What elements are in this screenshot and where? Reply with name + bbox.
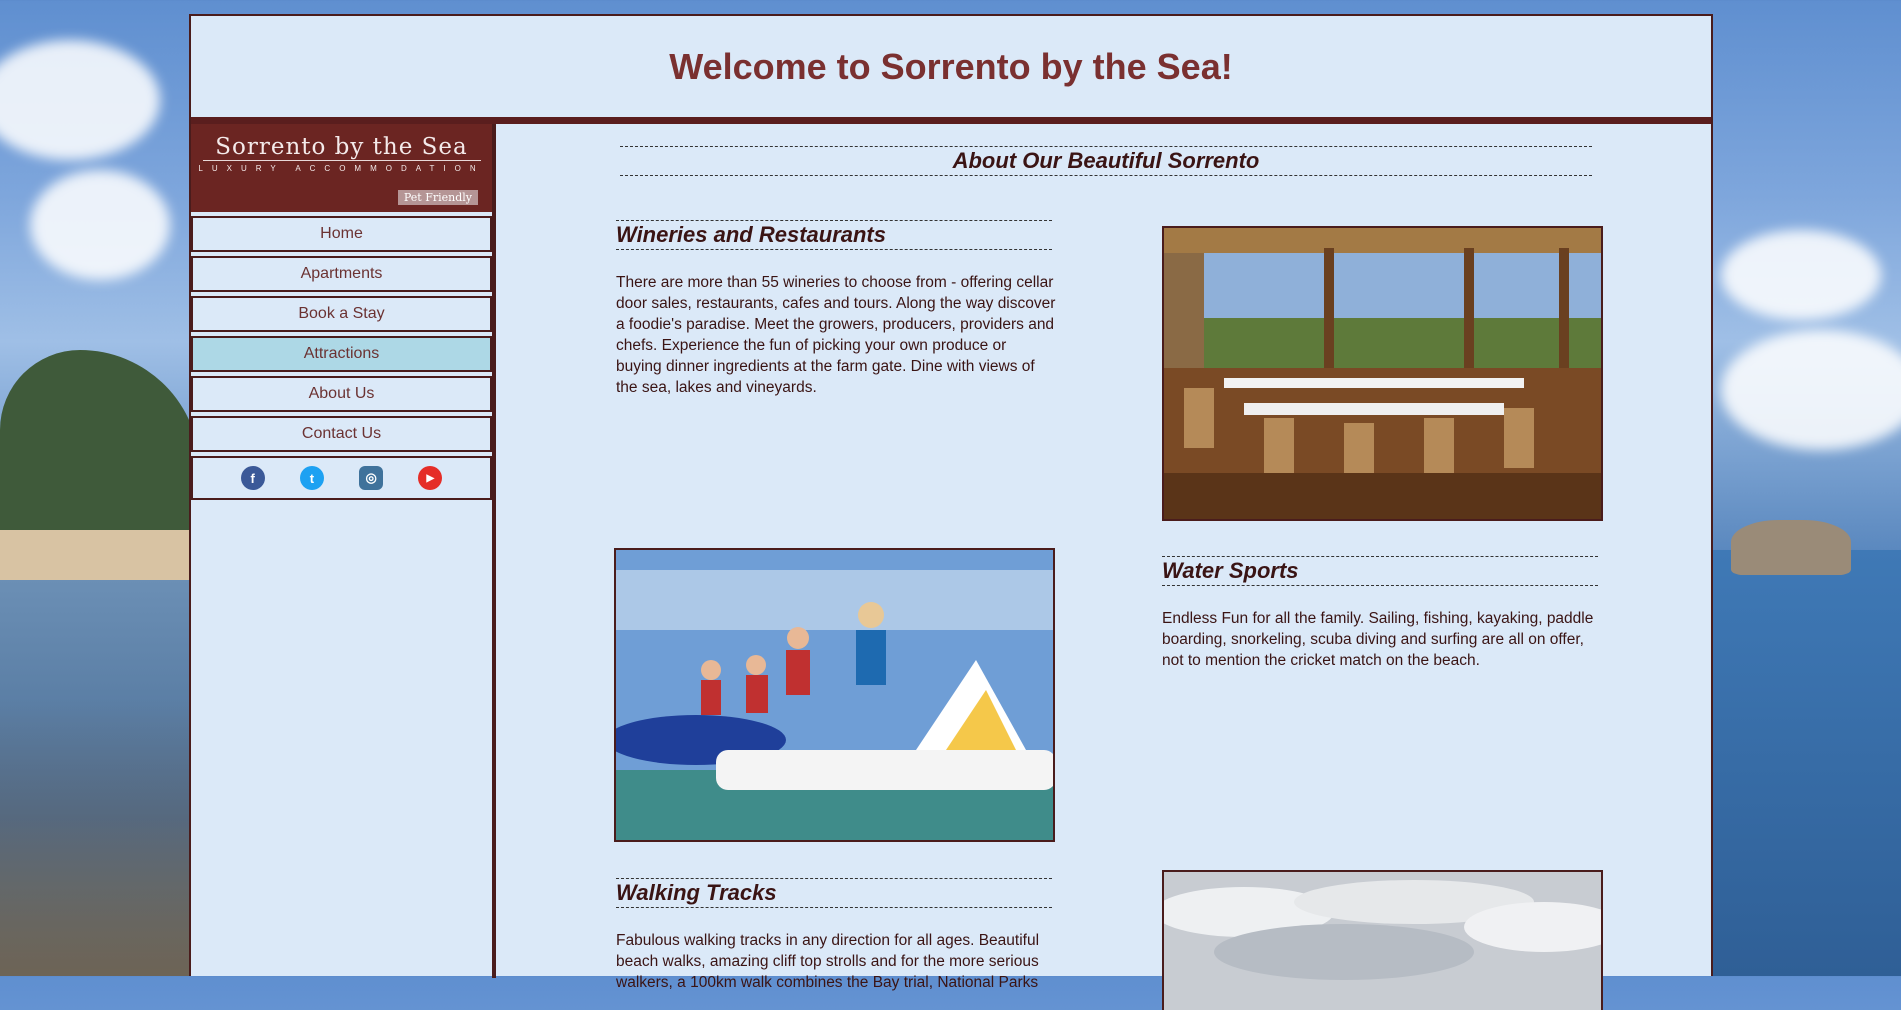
section-text-walking-tracks: Fabulous walking tracks in any direction…: [616, 932, 1040, 991]
facebook-glyph: f: [250, 470, 255, 486]
main-content: About Our Beautiful Sorrento Wineries an…: [500, 124, 1711, 1010]
sea-right: [1701, 550, 1901, 976]
rocks-left: [0, 700, 200, 976]
sidebar: Sorrento by the Sea LUXURY ACCOMMODATION…: [191, 124, 496, 978]
water-sports-image: [616, 550, 1053, 840]
section-text-water-sports: Endless Fun for all the family. Sailing,…: [1162, 610, 1594, 669]
nav-item-contact-us[interactable]: Contact Us: [191, 416, 492, 452]
youtube-icon[interactable]: ▶: [418, 466, 443, 490]
logo-subtitle: LUXURY ACCOMMODATION: [198, 164, 485, 173]
instagram-icon[interactable]: ◎: [359, 466, 384, 490]
youtube-glyph: ▶: [426, 472, 435, 484]
site-logo[interactable]: Sorrento by the Sea LUXURY ACCOMMODATION…: [191, 124, 492, 212]
rock-right: [1731, 520, 1851, 575]
cloud: [1721, 230, 1881, 320]
pet-friendly-badge: Pet Friendly: [397, 190, 478, 205]
restaurant-image: [1164, 228, 1601, 519]
logo-title: Sorrento by the Sea: [202, 134, 481, 161]
facebook-icon[interactable]: f: [240, 466, 265, 490]
instagram-glyph: ◎: [365, 470, 377, 485]
nav-item-home[interactable]: Home: [191, 216, 492, 252]
cloud: [1721, 330, 1901, 450]
nav-item-apartments[interactable]: Apartments: [191, 256, 492, 292]
page-frame: Welcome to Sorrento by the Sea! Sorrento…: [189, 14, 1713, 1010]
walking-tracks-image: [1164, 872, 1601, 1010]
section-title-wineries: Wineries and Restaurants: [616, 220, 1052, 250]
walking-tracks-photo: [1162, 870, 1603, 1010]
section-title-walking-tracks: Walking Tracks: [616, 878, 1052, 908]
water-sports-photo: [614, 548, 1055, 842]
page-title: Welcome to Sorrento by the Sea!: [669, 45, 1233, 87]
cloud: [0, 40, 160, 160]
section-text-wineries: There are more than 55 wineries to choos…: [616, 274, 1056, 396]
site-header: Welcome to Sorrento by the Sea!: [191, 16, 1711, 124]
nav-item-book-a-stay[interactable]: Book a Stay: [191, 296, 492, 332]
social-links: f t ◎ ▶: [191, 456, 492, 500]
restaurant-photo: [1162, 226, 1603, 521]
about-heading: About Our Beautiful Sorrento: [620, 146, 1592, 176]
nav-item-attractions[interactable]: Attractions: [191, 336, 492, 372]
twitter-glyph: t: [309, 470, 315, 486]
section-title-water-sports: Water Sports: [1162, 556, 1598, 586]
nav-item-about-us[interactable]: About Us: [191, 376, 492, 412]
cloud: [30, 170, 170, 280]
twitter-icon[interactable]: t: [299, 466, 324, 490]
hill: [0, 350, 200, 550]
